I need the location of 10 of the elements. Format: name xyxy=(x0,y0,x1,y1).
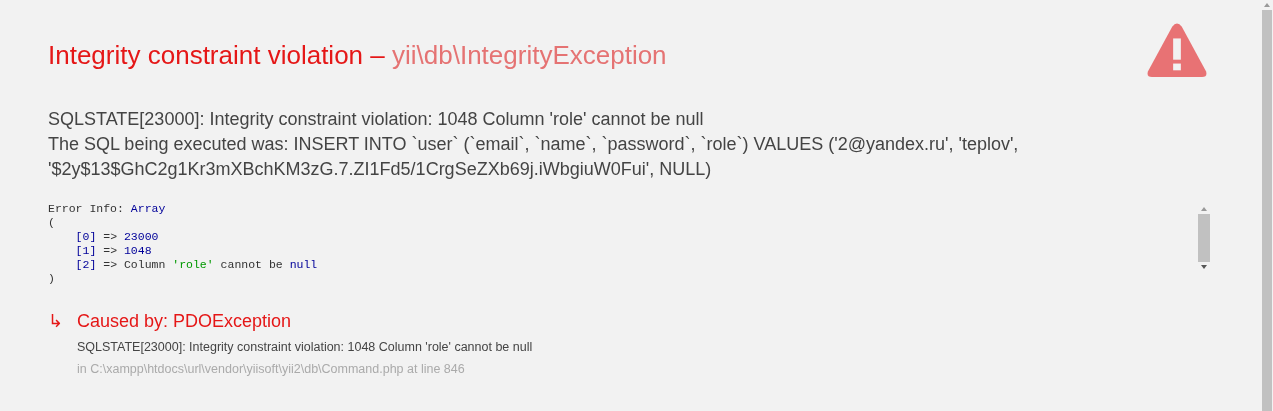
error-message: The SQL being executed was: INSERT INTO `user` (`email`, `name`, `password`, `role`) VALUES ('2@yandex.ru', 'teplov', '$2y$13$GhC2g1Kr3mXBchKM3zG.7.ZI1Fd5/1CrgSeZXb69j.iWbgiuW0Fui', NULL) xyxy=(48,133,1020,181)
error-message: SQLSTATE[23000]: Integrity constraint violation: 1048 Column 'role' cannot be null xyxy=(48,108,705,131)
exception-title: Integrity constraint violation – yii\db\IntegrityException xyxy=(48,40,667,71)
error-info-code: Error Info: Array ( [0] => 23000 [1] => 1048 [2] => Column 'role' cannot be null ) xyxy=(48,202,318,286)
warning-icon xyxy=(1146,23,1208,79)
caused-by-arrow: ↳ xyxy=(48,310,63,333)
page-scrollbar[interactable] xyxy=(1261,0,1273,411)
caused-by-title: Caused by: PDOException xyxy=(77,310,293,332)
previous-error-message: SQLSTATE[23000]: Integrity constraint violation: 1048 Column 'role' cannot be null xyxy=(77,340,533,354)
file-location: in C:\xampp\htdocs\url\vendor\yiisoft\yii2\db\Command.php at line 846 xyxy=(77,362,466,376)
